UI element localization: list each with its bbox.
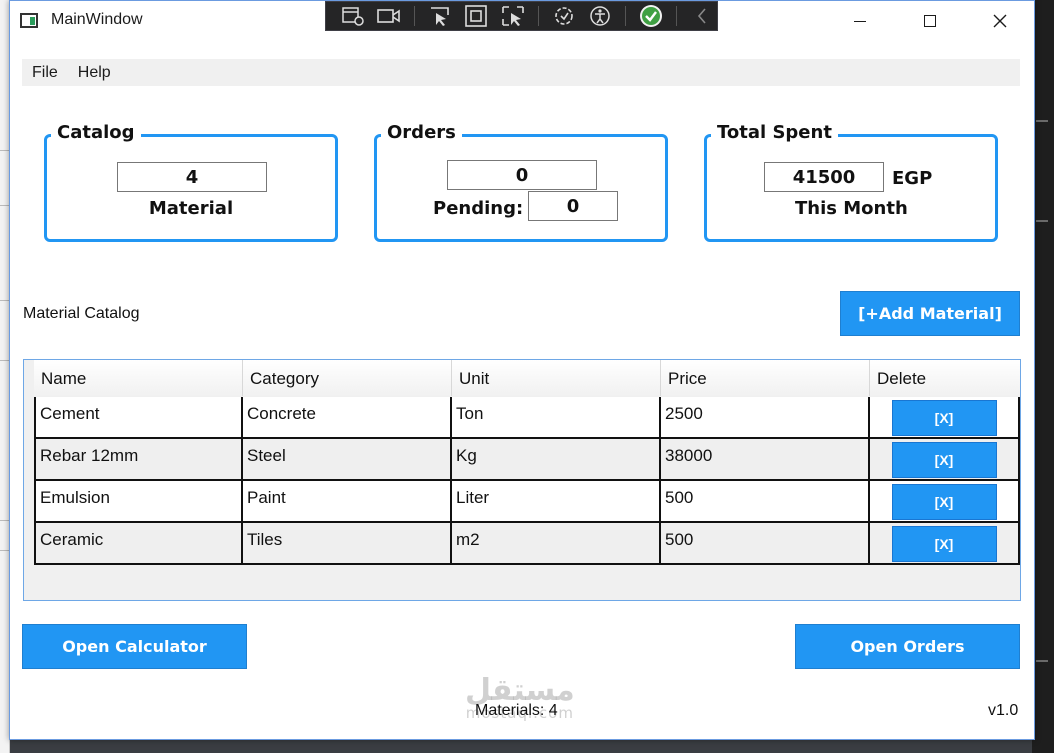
maximize-button[interactable] (895, 1, 965, 41)
table-row[interactable]: Cement Concrete Ton 2500 [X] (34, 397, 1020, 439)
cell-price[interactable]: 2500 (661, 397, 870, 437)
orders-card-title: Orders (381, 122, 462, 143)
total-spent-field: 41500 (764, 162, 884, 192)
cell-unit[interactable]: Liter (452, 481, 661, 521)
cell-category[interactable]: Steel (243, 439, 452, 479)
chevron-left-icon[interactable] (687, 3, 717, 29)
close-button[interactable] (965, 1, 1035, 41)
cell-unit[interactable]: Ton (452, 397, 661, 437)
video-icon[interactable] (374, 3, 404, 29)
total-spent-card: Total Spent 41500 EGP This Month (704, 122, 998, 242)
menu-help[interactable]: Help (68, 64, 121, 82)
add-material-button[interactable]: [+Add Material] (840, 291, 1020, 336)
checkmark-icon[interactable] (636, 3, 666, 29)
debug-toolbar (325, 1, 718, 31)
total-spent-card-title: Total Spent (711, 122, 838, 143)
column-header-name[interactable]: Name (34, 360, 243, 396)
cell-delete: [X] (870, 397, 1020, 437)
main-window: MainWindow File Help Catalog 4 Material … (9, 0, 1035, 740)
pending-label: Pending: (433, 198, 524, 219)
open-calculator-button[interactable]: Open Calculator (22, 624, 247, 669)
minimize-button[interactable] (825, 1, 895, 41)
separator (624, 6, 626, 26)
separator (537, 6, 539, 26)
cell-unit[interactable]: m2 (452, 523, 661, 563)
cell-category[interactable]: Paint (243, 481, 452, 521)
separator (414, 6, 416, 26)
catalog-count-field: 4 (117, 162, 267, 192)
table-row[interactable]: Emulsion Paint Liter 500 [X] (34, 481, 1020, 523)
cell-category[interactable]: Concrete (243, 397, 452, 437)
table-header: Name Category Unit Price Delete (34, 360, 1020, 396)
cell-price[interactable]: 500 (661, 481, 870, 521)
cell-name[interactable]: Ceramic (34, 523, 243, 563)
catalog-card-title: Catalog (51, 122, 141, 143)
pointer-select-icon[interactable] (425, 3, 455, 29)
table-row[interactable]: Ceramic Tiles m2 500 [X] (34, 523, 1020, 565)
pending-count-field: 0 (528, 191, 618, 221)
menu-file[interactable]: File (22, 64, 68, 82)
catalog-card-label: Material (148, 198, 234, 219)
cell-delete: [X] (870, 439, 1020, 479)
orders-card: Orders 0 Pending: 0 (374, 122, 668, 242)
material-catalog-title: Material Catalog (23, 305, 140, 322)
cell-name[interactable]: Emulsion (34, 481, 243, 521)
accessibility-icon[interactable] (585, 3, 615, 29)
currency-label: EGP (892, 168, 933, 189)
column-header-price[interactable]: Price (661, 360, 870, 396)
box-select-icon[interactable] (461, 3, 491, 29)
cell-price[interactable]: 500 (661, 523, 870, 563)
delete-row-button[interactable]: [X] (891, 400, 997, 436)
column-header-unit[interactable]: Unit (452, 360, 661, 396)
hot-reload-icon[interactable] (549, 3, 579, 29)
cell-price[interactable]: 38000 (661, 439, 870, 479)
table-row[interactable]: Rebar 12mm Steel Kg 38000 [X] (34, 439, 1020, 481)
column-header-category[interactable]: Category (243, 360, 452, 396)
app-icon (20, 13, 38, 28)
select-element-icon[interactable] (338, 3, 368, 29)
catalog-card: Catalog 4 Material (44, 122, 338, 242)
cell-name[interactable]: Cement (34, 397, 243, 437)
close-icon (993, 14, 1007, 28)
table-body: Cement Concrete Ton 2500 [X] Rebar 12mm … (34, 397, 1020, 565)
cell-delete: [X] (870, 481, 1020, 521)
open-orders-button[interactable]: Open Orders (795, 624, 1020, 669)
cell-delete: [X] (870, 523, 1020, 563)
cell-name[interactable]: Rebar 12mm (34, 439, 243, 479)
background-editor-right (1032, 0, 1054, 753)
orders-count-field: 0 (447, 160, 597, 190)
display-layout-icon[interactable] (498, 3, 528, 29)
delete-row-button[interactable]: [X] (891, 484, 997, 520)
materials-table[interactable]: Name Category Unit Price Delete Cement C… (23, 359, 1021, 601)
period-label: This Month (795, 198, 908, 219)
menu-bar: File Help (22, 59, 1020, 86)
materials-count-status: Materials: 4 (475, 702, 558, 719)
separator (675, 6, 677, 26)
delete-row-button[interactable]: [X] (891, 442, 997, 478)
maximize-icon (924, 15, 936, 27)
version-label: v1.0 (988, 702, 1019, 719)
window-title: MainWindow (51, 11, 143, 28)
minimize-icon (854, 20, 866, 22)
cell-category[interactable]: Tiles (243, 523, 452, 563)
delete-row-button[interactable]: [X] (891, 526, 997, 562)
cell-unit[interactable]: Kg (452, 439, 661, 479)
column-header-delete[interactable]: Delete (870, 360, 1020, 396)
